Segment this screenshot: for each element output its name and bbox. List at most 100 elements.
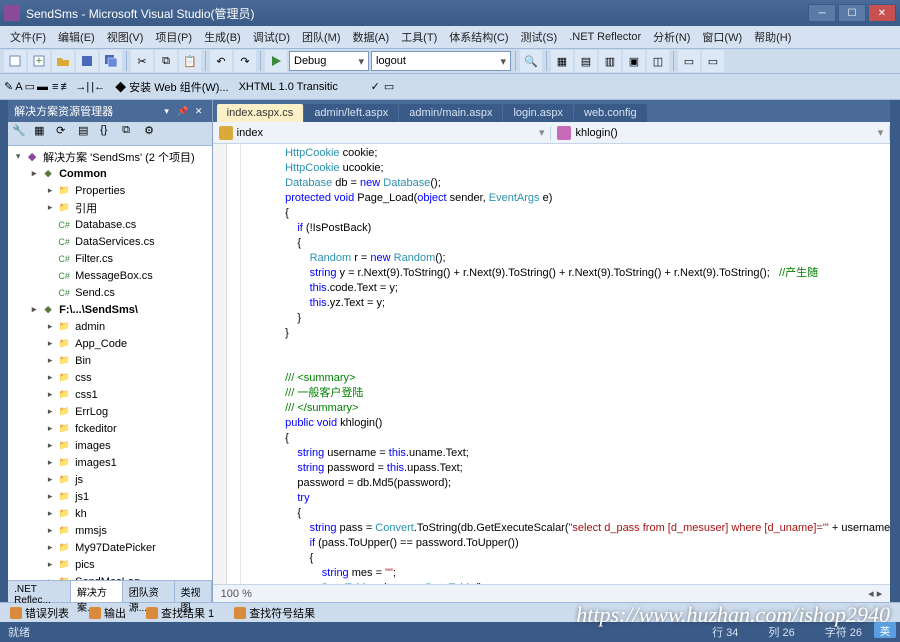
class-dropdown[interactable]: index	[213, 126, 552, 140]
menu-item[interactable]: 编辑(E)	[52, 27, 101, 47]
uncomment-button[interactable]: ≢	[60, 81, 71, 93]
tb2-btn-4[interactable]: ▬	[37, 81, 48, 93]
cut-button[interactable]: ✂	[131, 50, 153, 72]
document-tab[interactable]: admin/main.aspx	[399, 104, 502, 122]
tb-btn-3[interactable]: ▥	[599, 50, 621, 72]
menu-item[interactable]: 数据(A)	[347, 27, 396, 47]
tree-node[interactable]: ▸📁mmsjs	[8, 522, 212, 539]
zoom-level[interactable]: 100 %	[221, 588, 252, 600]
panel-dropdown-icon[interactable]: ▾	[160, 104, 174, 118]
target-combo[interactable]: logout	[371, 51, 511, 71]
tb-btn-7[interactable]: ▭	[702, 50, 724, 72]
undo-button[interactable]: ↶	[210, 50, 232, 72]
tree-node[interactable]: ▸📁pics	[8, 556, 212, 573]
open-button[interactable]	[52, 50, 74, 72]
sidebar-tab[interactable]: 团队资源...	[123, 581, 175, 602]
add-item-button[interactable]: +	[28, 50, 50, 72]
save-button[interactable]	[76, 50, 98, 72]
copy-site-button[interactable]: ⧉	[122, 124, 142, 144]
save-all-button[interactable]	[100, 50, 122, 72]
tb-btn-1[interactable]: ▦	[551, 50, 573, 72]
bottom-tab[interactable]: 错误列表	[4, 603, 75, 623]
menu-item[interactable]: .NET Reflector	[563, 29, 647, 45]
document-tab[interactable]: login.aspx	[503, 104, 573, 122]
paste-button[interactable]: 📋	[179, 50, 201, 72]
solution-tree[interactable]: ▾◆解决方案 'SendSms' (2 个项目)▸◆Common▸📁Proper…	[8, 146, 212, 580]
tree-node[interactable]: ▸📁admin	[8, 318, 212, 335]
outline-margin[interactable]	[213, 144, 227, 584]
find-button[interactable]: 🔍	[520, 50, 542, 72]
menu-item[interactable]: 项目(P)	[149, 27, 198, 47]
tb2-btn-10[interactable]: ▭	[384, 80, 394, 93]
tree-node[interactable]: ▸📁js	[8, 471, 212, 488]
member-dropdown[interactable]: khlogin()	[551, 126, 890, 140]
menu-item[interactable]: 工具(T)	[395, 27, 443, 47]
tree-node[interactable]: ▸📁引用	[8, 199, 212, 216]
tb-btn-4[interactable]: ▣	[623, 50, 645, 72]
bottom-tab[interactable]: 输出	[83, 603, 132, 623]
menu-item[interactable]: 视图(V)	[101, 27, 150, 47]
show-all-button[interactable]: ▦	[34, 124, 54, 144]
tree-node[interactable]: ▸📁My97DatePicker	[8, 539, 212, 556]
install-web-button[interactable]: ◆ 安装 Web 组件(W)...	[109, 79, 234, 95]
tb-btn-5[interactable]: ◫	[647, 50, 669, 72]
tree-node[interactable]: C#Send.cs	[8, 284, 212, 301]
tb2-btn-3[interactable]: ▭	[25, 80, 35, 93]
tree-node[interactable]: C#Database.cs	[8, 216, 212, 233]
tree-node[interactable]: ▸📁Bin	[8, 352, 212, 369]
tree-node[interactable]: ▸📁Properties	[8, 182, 212, 199]
copy-button[interactable]: ⧉	[155, 50, 177, 72]
nest-button[interactable]: ▤	[78, 124, 98, 144]
start-debug-button[interactable]	[265, 50, 287, 72]
tb-btn-6[interactable]: ▭	[678, 50, 700, 72]
tree-node[interactable]: ▸📁css1	[8, 386, 212, 403]
menu-item[interactable]: 文件(F)	[4, 27, 52, 47]
tb2-btn-2[interactable]: A	[15, 81, 22, 93]
tree-node[interactable]: ▸📁kh	[8, 505, 212, 522]
tree-node[interactable]: ▸📁js1	[8, 488, 212, 505]
tree-node[interactable]: C#MessageBox.cs	[8, 267, 212, 284]
close-button[interactable]: ✕	[868, 4, 896, 22]
outdent-button[interactable]: |←	[91, 81, 105, 93]
menu-item[interactable]: 分析(N)	[647, 27, 696, 47]
tree-node[interactable]: C#DataServices.cs	[8, 233, 212, 250]
tree-node[interactable]: ▸◆F:\...\SendSms\	[8, 301, 212, 318]
view-code-button[interactable]: {}	[100, 124, 120, 144]
tree-node[interactable]: ▸📁App_Code	[8, 335, 212, 352]
validate-button[interactable]: ✓	[371, 80, 380, 93]
redo-button[interactable]: ↷	[234, 50, 256, 72]
document-tab[interactable]: index.aspx.cs	[217, 104, 304, 122]
tb2-btn-1[interactable]: ✎	[4, 80, 13, 93]
tree-node[interactable]: ▸📁fckeditor	[8, 420, 212, 437]
refresh-button[interactable]: ⟳	[56, 124, 76, 144]
tree-node[interactable]: ▸📁SendMesLog	[8, 573, 212, 580]
menu-item[interactable]: 体系结构(C)	[443, 27, 514, 47]
indent-button[interactable]: →|	[75, 81, 89, 93]
document-tab[interactable]: web.config	[574, 104, 647, 122]
tree-node[interactable]: ▸📁images1	[8, 454, 212, 471]
menu-item[interactable]: 生成(B)	[198, 27, 247, 47]
menu-item[interactable]: 调试(D)	[247, 27, 296, 47]
menu-item[interactable]: 窗口(W)	[696, 27, 748, 47]
sidebar-tab[interactable]: 解决方案...	[71, 581, 123, 602]
bottom-tab[interactable]: 查找结果 1	[140, 603, 220, 623]
new-project-button[interactable]	[4, 50, 26, 72]
tree-node[interactable]: C#Filter.cs	[8, 250, 212, 267]
menu-item[interactable]: 帮助(H)	[748, 27, 797, 47]
config-combo[interactable]: Debug	[289, 51, 369, 71]
document-tab[interactable]: admin/left.aspx	[304, 104, 398, 122]
doctype-combo[interactable]: XHTML 1.0 Transitic	[239, 81, 369, 93]
config-button[interactable]: ⚙	[144, 124, 164, 144]
panel-close-icon[interactable]: ✕	[192, 104, 206, 118]
tree-node[interactable]: ▸◆Common	[8, 165, 212, 182]
bottom-tab[interactable]: 查找符号结果	[228, 603, 321, 623]
tree-node[interactable]: ▸📁ErrLog	[8, 403, 212, 420]
comment-button[interactable]: ≡	[52, 81, 58, 93]
minimize-button[interactable]: ─	[808, 4, 836, 22]
tree-node[interactable]: ▸📁images	[8, 437, 212, 454]
sidebar-tab[interactable]: .NET Reflec...	[8, 581, 71, 602]
menu-item[interactable]: 测试(S)	[515, 27, 564, 47]
tree-root[interactable]: ▾◆解决方案 'SendSms' (2 个项目)	[8, 148, 212, 165]
menu-item[interactable]: 团队(M)	[296, 27, 347, 47]
properties-button[interactable]: 🔧	[12, 124, 32, 144]
